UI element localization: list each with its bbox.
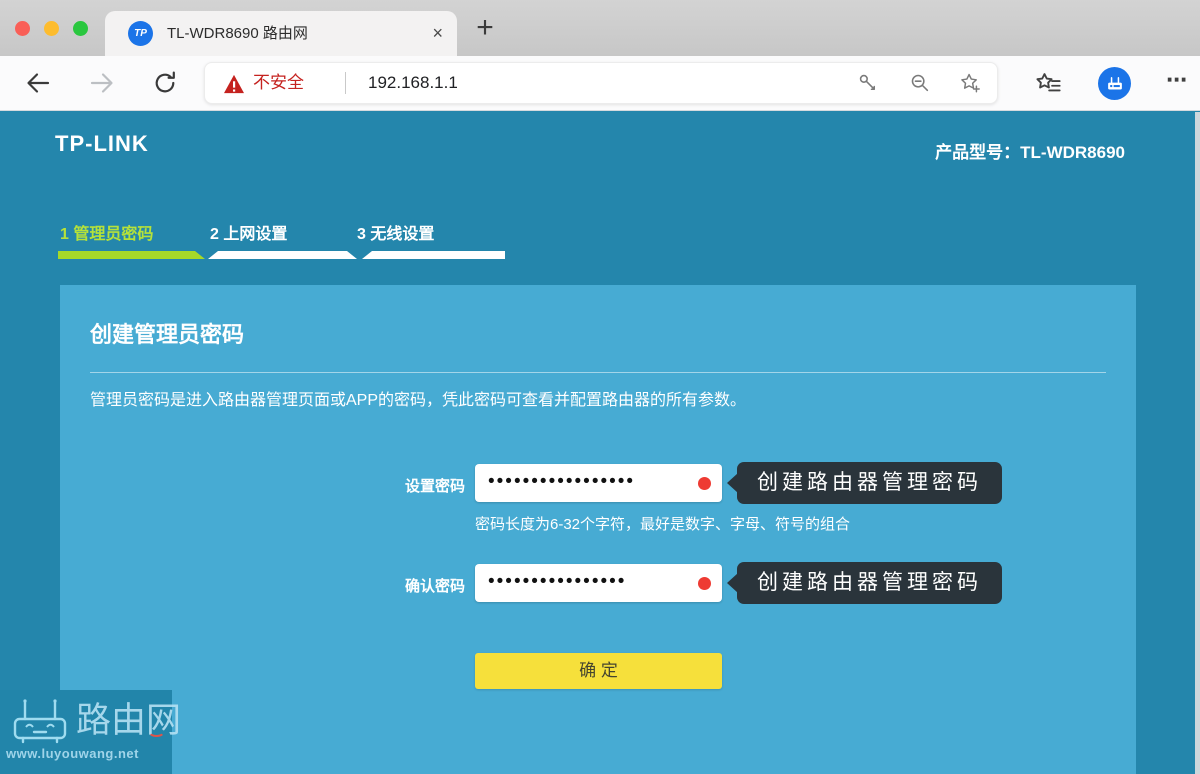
browser-tab[interactable]: TP TL-WDR8690 路由网 ×	[105, 11, 457, 56]
browser-toolbar: 不安全 192.168.1.1 ⋯	[0, 56, 1200, 111]
confirm-password-input[interactable]: ••••••••••••••••	[475, 564, 722, 602]
page-scrollbar[interactable]	[1195, 112, 1200, 774]
favorites-star-list-icon	[1034, 70, 1062, 98]
set-password-tooltip: 创建路由器管理密码	[737, 462, 1002, 504]
step-1-admin-password[interactable]: 1 管理员密码	[60, 220, 153, 244]
watermark-smile-icon	[148, 726, 165, 737]
product-model-label: 产品型号：TL-WDR8690	[935, 138, 1125, 163]
tp-link-logo: TP-LINK	[55, 131, 149, 157]
panel-divider	[90, 372, 1106, 373]
favorites-button[interactable]	[1034, 70, 1062, 98]
step-2-internet-settings[interactable]: 2 上网设置	[210, 220, 287, 244]
tab-close-icon[interactable]: ×	[432, 11, 443, 56]
url-text[interactable]: 192.168.1.1	[368, 63, 458, 103]
forward-arrow-icon	[88, 69, 116, 97]
window-zoom-button[interactable]	[73, 21, 88, 36]
set-password-input[interactable]: •••••••••••••••••	[475, 464, 722, 502]
not-secure-warning-icon	[223, 74, 245, 94]
luyouwang-watermark: 路由网 www.luyouwang.net	[0, 690, 172, 774]
saved-passwords-key-icon[interactable]	[857, 72, 879, 94]
tab-favicon-icon: TP	[128, 21, 153, 46]
router-icon	[1104, 73, 1126, 95]
tab-title: TL-WDR8690 路由网	[167, 11, 308, 56]
confirm-password-label: 确认密码	[345, 575, 465, 596]
window-close-button[interactable]	[15, 21, 30, 36]
validation-dot-icon	[698, 577, 711, 590]
router-setup-page: TP-LINK 产品型号：TL-WDR8690 1 管理员密码 2 上网设置 3…	[0, 112, 1200, 774]
window-minimize-button[interactable]	[44, 21, 59, 36]
watermark-name: 路由网	[76, 692, 181, 743]
not-secure-label: 不安全	[253, 63, 304, 103]
masked-password-value: ••••••••••••••••	[488, 564, 626, 602]
step-2-progress-bar	[208, 251, 357, 259]
new-tab-button[interactable]: +	[468, 12, 502, 46]
zoom-out-icon[interactable]	[909, 72, 931, 94]
browser-menu-button[interactable]: ⋯	[1166, 56, 1190, 111]
watermark-site-url: www.luyouwang.net	[6, 746, 139, 761]
step-3-wireless-settings[interactable]: 3 无线设置	[357, 220, 434, 244]
add-favorite-star-icon[interactable]	[959, 72, 981, 94]
router-extension-button[interactable]	[1098, 67, 1131, 100]
url-separator	[345, 72, 346, 94]
window-titlebar: TP TL-WDR8690 路由网 × +	[0, 0, 1200, 56]
refresh-button[interactable]	[151, 69, 179, 97]
step-3-progress-bar	[362, 251, 505, 259]
back-arrow-icon	[24, 69, 52, 97]
set-password-label: 设置密码	[345, 475, 465, 496]
address-bar[interactable]: 不安全 192.168.1.1	[204, 62, 998, 104]
refresh-icon	[151, 69, 179, 97]
panel-title: 创建管理员密码	[90, 317, 244, 349]
panel-description: 管理员密码是进入路由器管理页面或APP的密码，凭此密码可查看并配置路由器的所有参…	[90, 386, 746, 410]
watermark-router-icon	[12, 698, 68, 744]
back-button[interactable]	[24, 69, 52, 97]
masked-password-value: •••••••••••••••••	[488, 464, 635, 502]
confirm-button[interactable]: 确 定	[475, 653, 722, 689]
step-1-progress-bar	[58, 251, 205, 259]
validation-dot-icon	[698, 477, 711, 490]
confirm-password-tooltip: 创建路由器管理密码	[737, 562, 1002, 604]
create-password-panel: 创建管理员密码 管理员密码是进入路由器管理页面或APP的密码，凭此密码可查看并配…	[60, 285, 1136, 774]
password-rule-hint: 密码长度为6-32个字符，最好是数字、字母、符号的组合	[475, 513, 850, 534]
forward-button[interactable]	[88, 69, 116, 97]
